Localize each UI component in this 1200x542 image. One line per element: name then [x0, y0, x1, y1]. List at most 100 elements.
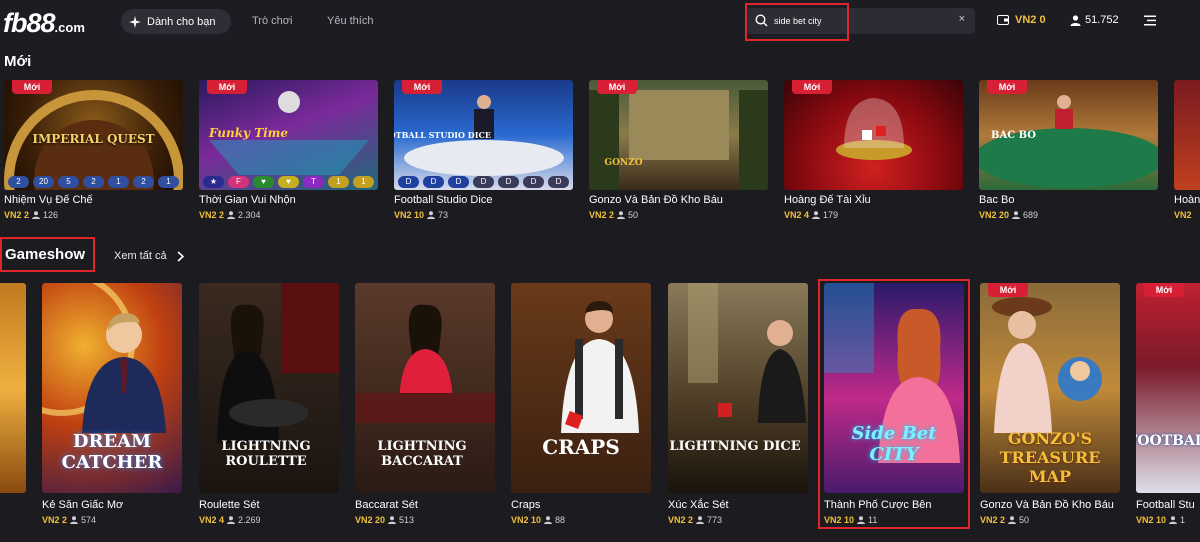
user-icon [696, 516, 705, 524]
new-badge: Mới [792, 80, 832, 94]
game-thumbnail[interactable]: Funky Time ★ F ♥ ♥ T 1 1 Mới [199, 80, 378, 190]
game-name[interactable]: Hoàng Đế Tài Xỉu [784, 194, 871, 206]
game-name[interactable]: Gonzo Và Bản Đồ Kho Báu [980, 499, 1114, 511]
user-icon [388, 516, 397, 524]
player-count: 1 [1180, 515, 1186, 525]
chevron-right-icon [177, 250, 184, 262]
game-name[interactable]: Thời Gian Vui Nhộn [199, 194, 296, 206]
game-thumbnail[interactable]: FOOTBALL STUDIO DICE DDDDDDD Mới [394, 80, 573, 190]
nav-games[interactable]: Trò chơi [252, 15, 292, 27]
user-icon [1070, 14, 1081, 26]
game-thumbnail[interactable] [1174, 80, 1200, 190]
min-bet: VN2 10 [394, 210, 425, 220]
game-card-new-7[interactable]: Hoàn VN2 [1174, 80, 1200, 230]
new-badge: Mới [1144, 283, 1184, 297]
player-count: 179 [823, 210, 839, 220]
game-meta: VN2 [1174, 210, 1192, 220]
game-name[interactable]: Craps [511, 499, 540, 511]
user-icon [544, 516, 553, 524]
dice-dome-art [836, 98, 912, 160]
user-icon [1169, 516, 1178, 524]
game-name[interactable]: Baccarat Sét [355, 499, 418, 511]
player-count: 126 [43, 210, 59, 220]
top-bar: fb88.com Dành cho bạn Trò chơi Yêu thích… [0, 0, 1200, 44]
game-art-title: GONZO [604, 158, 643, 168]
user-icon [1008, 516, 1017, 524]
wallet-balance[interactable]: VN2 0 [997, 14, 1046, 26]
game-thumbnail[interactable]: GONZO'S TREASURE MAP Mới [980, 283, 1120, 493]
game-thumbnail[interactable]: BAC BO Mới [979, 80, 1158, 190]
nav-for-you-label: Dành cho bạn [147, 15, 216, 28]
host-art [688, 283, 806, 423]
game-art-title: LIGHTNING BACCARAT [377, 439, 467, 469]
game-thumbnail[interactable]: CRAPS [511, 283, 651, 493]
game-meta: VN2 2 574 [42, 515, 96, 525]
min-bet: VN2 2 [589, 210, 615, 220]
game-thumbnail[interactable]: FOOTBALL Mới [1136, 283, 1200, 493]
game-thumbnail[interactable]: GONZO Mới [589, 80, 768, 190]
host-art [561, 301, 639, 433]
min-bet: VN2 4 [199, 515, 225, 525]
view-all-label: Xem tất cả [114, 250, 167, 262]
game-name[interactable]: Hoàn [1174, 194, 1200, 206]
game-meta: VN2 10 88 [511, 515, 565, 525]
view-all-link[interactable]: Xem tất cả [114, 250, 184, 262]
game-thumbnail[interactable]: LIGHTNING DICE [668, 283, 808, 493]
search-highlight-box [745, 3, 849, 41]
nav-for-you[interactable]: Dành cho bạn [121, 9, 231, 34]
player-count: 73 [438, 210, 449, 220]
logo-text: fb88 [3, 8, 56, 38]
nav-favorites[interactable]: Yêu thích [327, 15, 373, 27]
min-bet: VN2 20 [979, 210, 1010, 220]
new-badge: Mới [207, 80, 247, 94]
game-thumbnail[interactable]: Mới [784, 80, 963, 190]
user-icon [32, 211, 41, 219]
game-thumbnail[interactable] [0, 283, 26, 493]
game-thumbnail[interactable]: LIGHTNING BACCARAT [355, 283, 495, 493]
game-name[interactable]: Football Stu [1136, 499, 1195, 511]
game-card-gameshow-8[interactable]: FOOTBALL Mới Football Stu VN2 10 1 [1136, 283, 1200, 542]
game-meta: VN2 2 50 [980, 515, 1029, 525]
game-name[interactable]: Kẻ Săn Giấc Mơ [42, 499, 123, 511]
clear-search-icon[interactable]: × [959, 13, 965, 25]
player-count: 513 [399, 515, 415, 525]
online-users: 51.752 [1070, 14, 1119, 26]
game-thumbnail[interactable]: IMPERIAL QUEST 2 20 5 2 1 2 1 Mới [4, 80, 183, 190]
new-badge: Mới [12, 80, 52, 94]
game-meta: VN2 2 50 [589, 210, 638, 220]
player-count: 50 [628, 210, 639, 220]
result-dots: DDDDDDD [398, 176, 569, 188]
result-dots: 2 20 5 2 1 2 1 [8, 176, 179, 188]
game-meta: VN2 2 2.304 [199, 210, 261, 220]
wallet-icon [997, 15, 1009, 25]
game-name[interactable]: Nhiệm Vụ Đế Chế [4, 194, 93, 206]
sparkle-icon [129, 15, 141, 28]
game-art-title: Funky Time [208, 126, 289, 140]
min-bet: VN2 20 [355, 515, 386, 525]
game-name[interactable]: Xúc Xắc Sét [668, 499, 729, 511]
game-art-title: LIGHTNING ROULETTE [221, 439, 311, 469]
game-name[interactable]: Football Studio Dice [394, 194, 492, 206]
game-name[interactable]: Roulette Sét [199, 499, 260, 511]
selected-card-highlight-box [818, 279, 970, 529]
new-badge: Mới [597, 80, 637, 94]
game-art-title: IMPERIAL QUEST [32, 132, 155, 146]
player-count: 2.304 [238, 210, 261, 220]
player-count: 2.269 [238, 515, 261, 525]
game-thumbnail[interactable]: DREAM CATCHER [42, 283, 182, 493]
new-badge: Mới [988, 283, 1028, 297]
fb88-logo[interactable]: fb88.com [3, 8, 105, 38]
wallet-label: VN2 0 [1015, 14, 1046, 26]
logo-suffix: .com [54, 20, 85, 35]
game-name[interactable]: Bac Bo [979, 194, 1014, 206]
user-icon [617, 211, 626, 219]
game-meta: VN2 20 513 [355, 515, 414, 525]
hamburger-menu-icon[interactable] [1144, 15, 1156, 26]
player-count: 88 [555, 515, 566, 525]
online-users-count: 51.752 [1085, 14, 1119, 26]
game-meta: VN2 10 73 [394, 210, 448, 220]
game-meta: VN2 20 689 [979, 210, 1038, 220]
game-thumbnail[interactable]: LIGHTNING ROULETTE [199, 283, 339, 493]
player-count: 50 [1019, 515, 1030, 525]
game-name[interactable]: Gonzo Và Bản Đồ Kho Báu [589, 194, 723, 206]
